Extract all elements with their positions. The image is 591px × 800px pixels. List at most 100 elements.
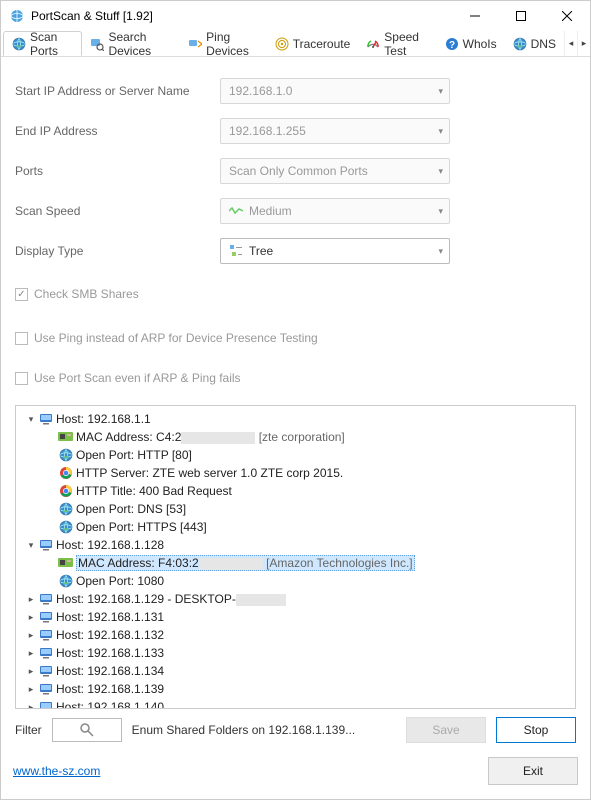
tab-traceroute[interactable]: Traceroute [267, 31, 359, 56]
tree-node[interactable]: ▸ Host: 192.168.1.134 [18, 662, 573, 680]
tree-twist[interactable]: ▾ [24, 414, 38, 425]
tree-twist[interactable]: ▸ [24, 630, 38, 641]
filter-input[interactable] [52, 718, 122, 742]
tree-label: Host: 192.168.1.1 [56, 412, 151, 426]
tab-scroll-left[interactable]: ◂ [564, 31, 577, 56]
chevron-down-icon: ▾ [438, 206, 443, 217]
tree-node[interactable]: MAC Address: C4:2 [zte corporation] [18, 428, 573, 446]
dns-icon [513, 37, 527, 51]
check-ping-row[interactable]: Use Ping instead of ARP for Device Prese… [15, 325, 576, 351]
chevron-down-icon: ▾ [438, 166, 443, 177]
tab-scan-ports[interactable]: Scan Ports [3, 31, 82, 56]
tree-label: Open Port: HTTP [80] [76, 448, 192, 462]
filter-bar: Filter Enum Shared Folders on 192.168.1.… [15, 709, 576, 745]
status-text: Enum Shared Folders on 192.168.1.139... [132, 723, 396, 737]
titlebar[interactable]: PortScan & Stuff [1.92] [1, 1, 590, 31]
end-ip-value: 192.168.1.255 [229, 124, 306, 138]
display-type-field[interactable]: Tree ▾ [220, 238, 450, 264]
scan-speed-value: Medium [249, 204, 292, 218]
tree-node[interactable]: Open Port: HTTPS [443] [18, 518, 573, 536]
globe-icon [58, 574, 74, 588]
host-icon [38, 592, 54, 606]
host-icon [38, 610, 54, 624]
tree-label: Open Port: HTTPS [443] [76, 520, 207, 534]
check-portscan-row[interactable]: Use Port Scan even if ARP & Ping fails [15, 365, 576, 391]
tree-label: Host: 192.168.1.128 [56, 538, 164, 552]
host-icon [38, 538, 54, 552]
tree-node[interactable]: ▾ Host: 192.168.1.1 [18, 410, 573, 428]
tab-strip: Scan Ports Search Devices Ping DevicesTrac… [1, 31, 590, 57]
host-icon [38, 664, 54, 678]
tree-node[interactable]: MAC Address: F4:03:2 [Amazon Technologie… [18, 554, 573, 572]
globe-icon [58, 502, 74, 516]
tree-label: HTTP Title: 400 Bad Request [76, 484, 232, 498]
results-tree[interactable]: ▾ Host: 192.168.1.1 MAC Address: C4:2 [zte… [15, 405, 576, 709]
tree-node[interactable]: ▸Host: 192.168.1.133 [18, 644, 573, 662]
tree-label: Host: 192.168.1.132 [56, 628, 164, 642]
chrome-icon [58, 484, 74, 498]
tab-label: Scan Ports [30, 30, 73, 58]
tree-twist[interactable]: ▸ [24, 684, 38, 695]
tab-scroll-right[interactable]: ▸ [577, 31, 590, 56]
search-devices-icon [90, 37, 104, 51]
window-controls [452, 1, 590, 31]
start-ip-field[interactable]: 192.168.1.0 ▾ [220, 78, 450, 104]
stop-button[interactable]: Stop [496, 717, 576, 743]
tree-twist[interactable]: ▸ [24, 648, 38, 659]
tree-node[interactable]: ▸Host: 192.168.1.140 [18, 698, 573, 709]
maximize-button[interactable] [498, 1, 544, 31]
tree-node[interactable]: Open Port: HTTP [80] [18, 446, 573, 464]
close-button[interactable] [544, 1, 590, 31]
tree-node[interactable]: ▸ Host: 192.168.1.132 [18, 626, 573, 644]
whois-icon: ? [445, 37, 459, 51]
exit-button[interactable]: Exit [488, 757, 578, 785]
tree-label: Open Port: DNS [53] [76, 502, 186, 516]
tree-twist[interactable]: ▾ [24, 540, 38, 551]
end-ip-field[interactable]: 192.168.1.255 ▾ [220, 118, 450, 144]
tree-node[interactable]: ▸ Host: 192.168.1.129 - DESKTOP- [18, 590, 573, 608]
tab-content: Start IP Address or Server Name 192.168.… [1, 57, 590, 751]
tree-node[interactable]: Open Port: 1080 [18, 572, 573, 590]
tab-whois[interactable]: ?WhoIs [437, 31, 505, 56]
tree-node[interactable]: Open Port: DNS [53] [18, 500, 573, 518]
tree-node[interactable]: ▸ Host: 192.168.1.131 [18, 608, 573, 626]
tree-twist[interactable]: ▸ [24, 702, 38, 710]
chevron-down-icon: ▾ [438, 86, 443, 97]
tree-node[interactable]: ▾ Host: 192.168.1.128 [18, 536, 573, 554]
tree-label: MAC Address: F4:03:2 [Amazon Technologie… [76, 555, 415, 571]
ping-icon [188, 37, 202, 51]
globe-scan-icon [12, 37, 26, 51]
globe-icon [58, 520, 74, 534]
footer-bar: www.the-sz.com Exit [1, 751, 590, 799]
tree-label: Host: 192.168.1.134 [56, 664, 164, 678]
minimize-button[interactable] [452, 1, 498, 31]
start-ip-value: 192.168.1.0 [229, 84, 292, 98]
tree-icon [229, 244, 243, 258]
tree-twist[interactable]: ▸ [24, 666, 38, 677]
tree-twist[interactable]: ▸ [24, 594, 38, 605]
tree-label: Host: 192.168.1.129 - DESKTOP- [56, 592, 286, 606]
check-smb-row[interactable]: ✓ Check SMB Shares [15, 281, 576, 307]
tree-node[interactable]: HTTP Server: ZTE web server 1.0 ZTE corp… [18, 464, 573, 482]
tab-ping-devices[interactable]: Ping Devices [180, 31, 267, 56]
website-link[interactable]: www.the-sz.com [13, 764, 100, 778]
tab-label: Speed Test [384, 30, 428, 58]
app-icon [9, 8, 25, 24]
ports-value: Scan Only Common Ports [229, 164, 368, 178]
tab-speed-test[interactable]: Speed Test [358, 31, 436, 56]
scan-speed-field[interactable]: Medium ▾ [220, 198, 450, 224]
tree-twist[interactable]: ▸ [24, 612, 38, 623]
speedtest-icon [366, 37, 380, 51]
tab-dns[interactable]: DNS [505, 31, 564, 56]
tab-search-devices[interactable]: Search Devices [82, 31, 180, 56]
start-ip-label: Start IP Address or Server Name [15, 84, 220, 98]
tree-label: Host: 192.168.1.131 [56, 610, 164, 624]
tab-label: Search Devices [108, 30, 172, 58]
save-button[interactable]: Save [406, 717, 486, 743]
globe-icon [58, 448, 74, 462]
chevron-down-icon: ▾ [438, 246, 443, 257]
tree-node[interactable]: HTTP Title: 400 Bad Request [18, 482, 573, 500]
ports-field[interactable]: Scan Only Common Ports ▾ [220, 158, 450, 184]
tree-node[interactable]: ▸Host: 192.168.1.139 [18, 680, 573, 698]
host-icon [38, 700, 54, 709]
